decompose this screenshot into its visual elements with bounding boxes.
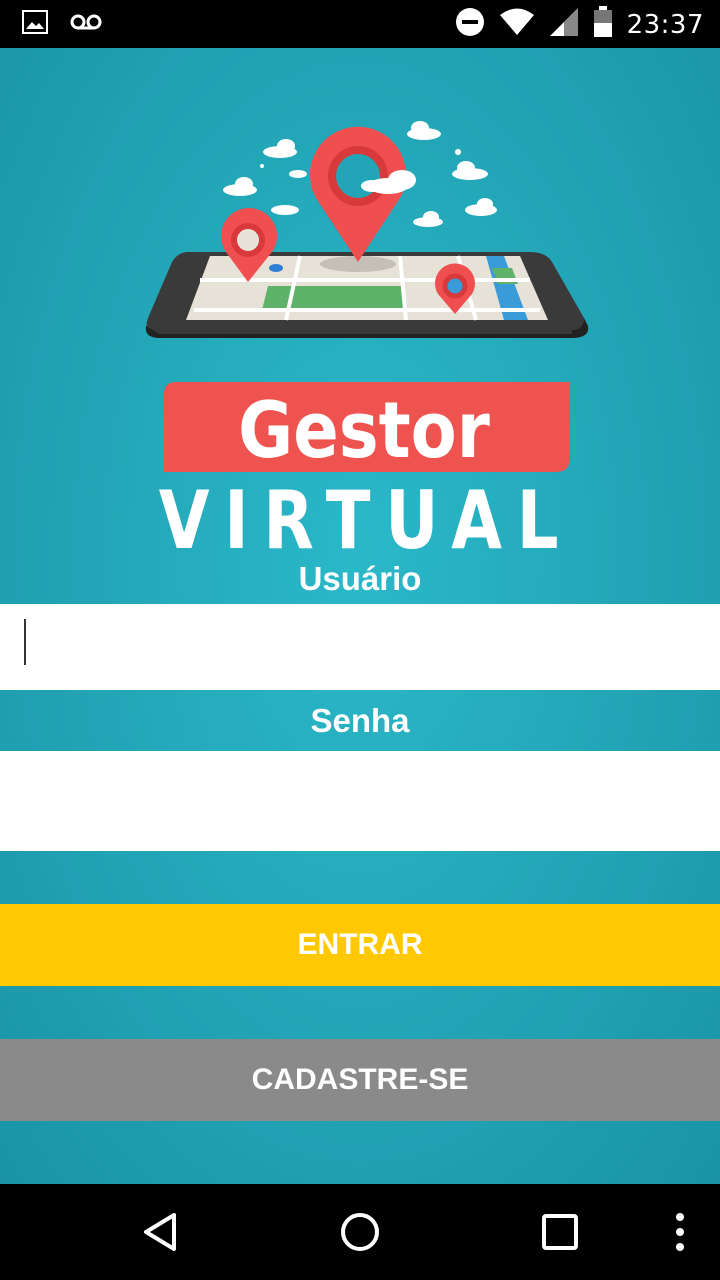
password-input[interactable] (0, 751, 720, 851)
password-label: Senha (310, 702, 410, 739)
back-icon (144, 1213, 176, 1251)
navigation-bar (0, 1184, 720, 1280)
recents-icon (542, 1214, 578, 1250)
username-label: Usuário (298, 560, 422, 597)
home-icon (341, 1213, 379, 1251)
overflow-menu-icon (676, 1213, 684, 1251)
map-pin-large (310, 126, 416, 272)
username-input[interactable] (0, 604, 720, 690)
logo-word-virtual: VIRTUAL (159, 475, 574, 568)
wifi-icon (499, 8, 535, 41)
battery-icon (593, 6, 613, 43)
hero-illustration: Gestor VIRTUAL (145, 121, 589, 568)
text-cursor (24, 619, 26, 665)
overflow-menu-button[interactable] (660, 1184, 700, 1280)
recents-button[interactable] (520, 1184, 600, 1280)
signal-icon (549, 7, 579, 42)
login-screen: Gestor VIRTUAL Usuário Senha ENTRAR CADA… (0, 48, 720, 1184)
image-icon (22, 10, 48, 39)
home-button[interactable] (320, 1184, 400, 1280)
logo-word-gestor: Gestor (238, 385, 490, 476)
logo: Gestor VIRTUAL (159, 382, 574, 568)
register-button[interactable]: CADASTRE-SE (0, 1039, 720, 1121)
status-bar: 23:37 (0, 0, 720, 48)
voicemail-icon (70, 13, 102, 36)
login-button[interactable]: ENTRAR (0, 904, 720, 986)
clock: 23:37 (626, 9, 704, 40)
do-not-disturb-icon (455, 7, 485, 42)
back-button[interactable] (120, 1184, 200, 1280)
